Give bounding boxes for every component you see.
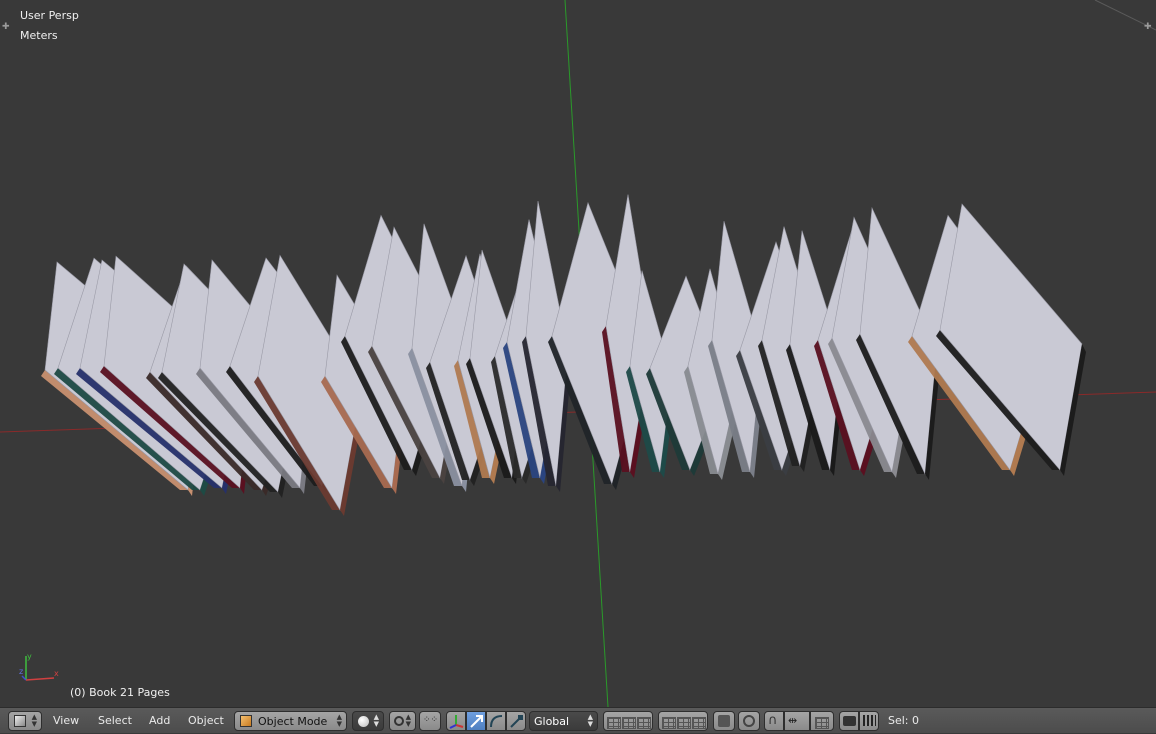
region-toggle-left-icon[interactable]: ✚ <box>2 22 10 32</box>
chevron-updown-icon: ▲ ▼ <box>587 713 593 728</box>
selection-count: Sel: 0 <box>888 714 920 727</box>
layers-group-1[interactable] <box>603 711 653 731</box>
snap-target-button[interactable] <box>810 711 834 731</box>
cube-icon <box>14 715 26 727</box>
camera-icon <box>843 716 856 726</box>
scene-canvas <box>0 0 1156 707</box>
svg-text:x: x <box>54 669 59 678</box>
menu-view[interactable]: View <box>53 714 79 727</box>
lock-layers-button[interactable] <box>713 711 735 731</box>
manipulator-toggle[interactable] <box>446 711 466 731</box>
mode-label: Object Mode <box>258 714 328 728</box>
view-name-label: User Persp <box>20 9 79 22</box>
scale-manipulator-button[interactable] <box>506 711 526 731</box>
units-label: Meters <box>20 29 58 42</box>
mode-dropdown[interactable]: Object Mode ▲ ▼ <box>234 711 347 731</box>
orientation-label: Global <box>534 714 570 728</box>
layer-grid-icon <box>637 717 651 729</box>
chevron-updown-icon: ▲ ▼ <box>31 713 37 728</box>
rotate-manipulator-button[interactable] <box>486 711 506 731</box>
circle-icon <box>743 715 755 727</box>
axis-widget-icon <box>449 715 464 729</box>
clapper-icon <box>863 715 876 726</box>
layer-grid-icon <box>622 717 636 729</box>
opengl-animation-button[interactable] <box>859 711 879 731</box>
snap-element-dropdown[interactable]: ⇹ <box>784 711 810 731</box>
opengl-render-button[interactable] <box>839 711 859 731</box>
viewport-shading-dropdown[interactable]: ▲ ▼ <box>352 711 384 731</box>
scale-icon <box>510 715 523 728</box>
menu-object[interactable]: Object <box>188 714 224 727</box>
active-object-label: (0) Book 21 Pages <box>70 686 170 699</box>
svg-text:y: y <box>27 652 32 661</box>
layers-group-2[interactable] <box>658 711 708 731</box>
proportional-edit-button[interactable] <box>738 711 760 731</box>
layer-grid-icon <box>607 717 621 729</box>
sphere-icon <box>358 715 369 727</box>
translate-manipulator-button[interactable] <box>466 711 486 731</box>
pivot-point-dropdown[interactable]: ▲ ▼ <box>389 711 416 731</box>
snap-grid-icon <box>815 717 829 729</box>
3d-viewport[interactable]: User Persp Meters (0) Book 21 Pages ✚ ✚ … <box>0 0 1156 707</box>
viewport-header: ▲ ▼ View Select Add Object Object Mode ▲ ▼… <box>0 707 1156 733</box>
layer-grid-icon <box>662 717 676 729</box>
orientation-dropdown[interactable]: Global ▲ ▼ <box>529 711 598 731</box>
menu-add[interactable]: Add <box>149 714 170 727</box>
magnet-icon: ∩ <box>768 713 778 728</box>
pivot-align-toggle[interactable]: ⁘⁘ <box>419 711 441 731</box>
svg-text:z: z <box>19 667 23 676</box>
layer-grid-icon <box>677 717 691 729</box>
snap-toggle[interactable]: ∩ <box>764 711 784 731</box>
pivot-icon <box>394 716 404 726</box>
chevron-updown-icon: ▲ ▼ <box>405 713 411 728</box>
menu-select[interactable]: Select <box>98 714 132 727</box>
chevron-updown-icon: ▲ ▼ <box>336 713 342 728</box>
editor-type-button[interactable]: ▲ ▼ <box>8 711 42 731</box>
arrow-icon <box>470 715 483 728</box>
layer-grid-icon <box>692 717 706 729</box>
dots-icon: ⁘⁘ <box>423 715 439 725</box>
rotate-icon <box>490 715 503 728</box>
snap-increment-icon: ⇹ <box>788 714 798 727</box>
axis-gizmo-icon: y x z <box>19 652 59 681</box>
region-toggle-right-icon[interactable]: ✚ <box>1144 22 1152 32</box>
orange-cube-icon <box>240 715 252 727</box>
chevron-updown-icon: ▲ ▼ <box>373 713 379 728</box>
layers-lock-icon <box>718 715 730 727</box>
